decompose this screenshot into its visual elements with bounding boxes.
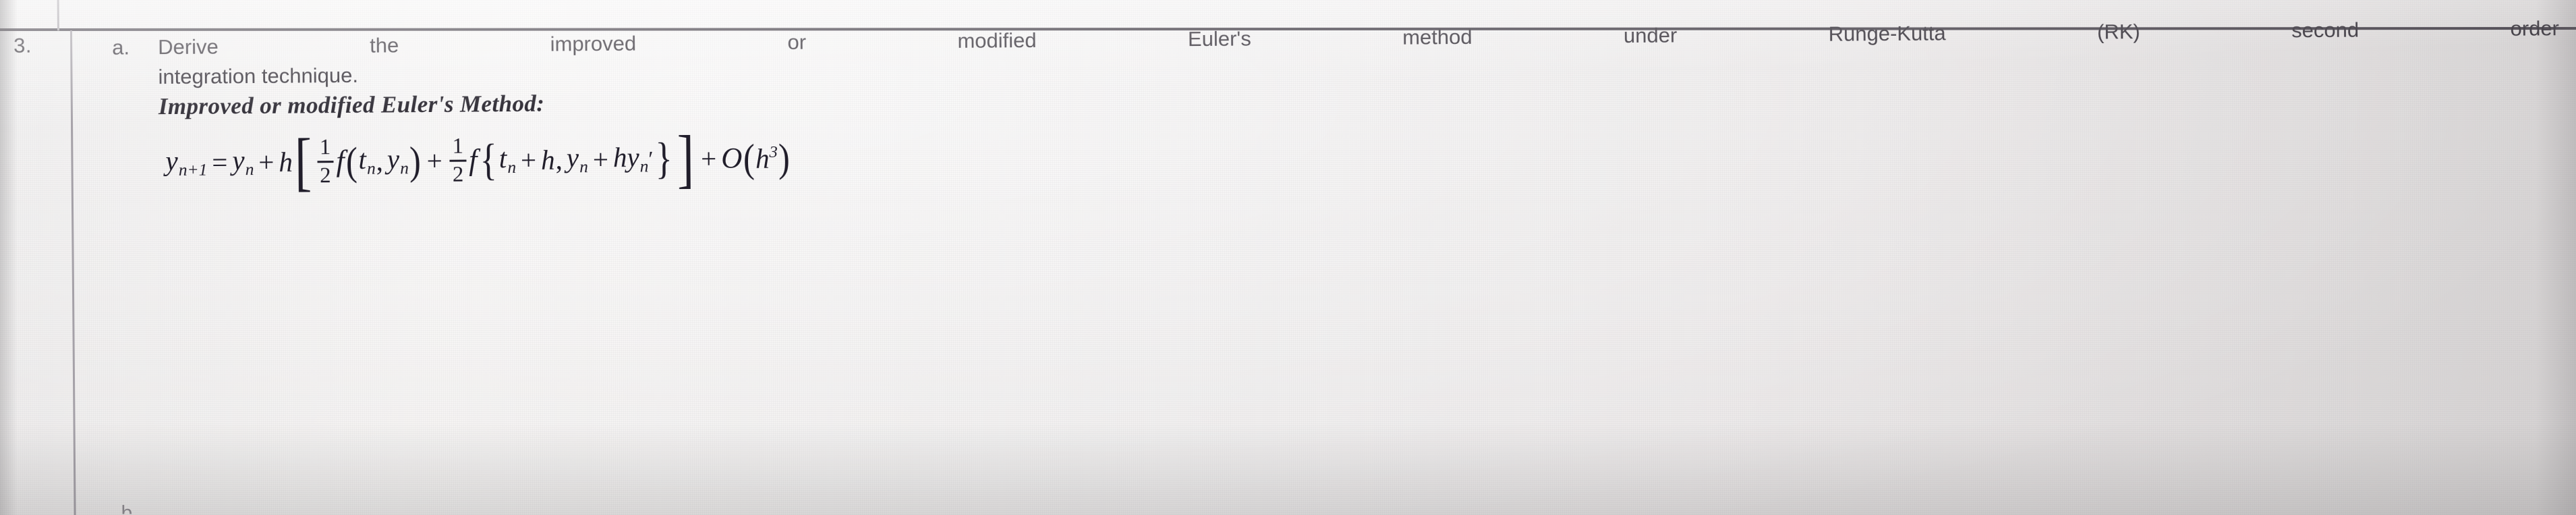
formula-plus-sign-5: + <box>700 142 717 174</box>
formula-fraction-one-half-second: 1 2 <box>449 134 467 187</box>
formula-frac2-numerator: 1 <box>452 134 464 159</box>
question-body-word-6: method <box>1402 24 1472 49</box>
formula-step-size-h: h <box>279 146 293 178</box>
question-body-word-7: under <box>1623 23 1678 48</box>
method-heading: Improved or modified Euler's Method: <box>158 90 545 120</box>
formula-y-subscript-2: n <box>579 157 588 176</box>
question-body-word-3: or <box>787 30 807 54</box>
formula-hy-variable: hy <box>612 141 639 173</box>
formula-function-symbol-1: f <box>336 144 345 178</box>
formula-y-variable-2: y <box>566 141 579 173</box>
formula-comma-2: , <box>555 144 563 175</box>
clipped-next-part-label: b. <box>121 502 138 514</box>
question-body-word-10: second <box>2291 18 2359 43</box>
question-body-line-2: integration technique. <box>158 63 359 89</box>
formula-rhs-variable: y <box>232 144 245 175</box>
euler-method-formula: yn+1 = yn + h [ 1 2 f ( tn , yn ) + 1 2 … <box>165 122 791 198</box>
question-number: 3. <box>13 33 32 57</box>
formula-fraction-one-half-first: 1 2 <box>317 135 334 188</box>
formula-equals-sign: = <box>212 146 228 178</box>
scanned-page: 3. a. Derive the improved or modified Euler's… <box>0 0 2576 515</box>
formula-function-symbol-2: f <box>468 143 478 177</box>
formula-arg-y-n: yn <box>387 142 409 178</box>
formula-paren-open: ( <box>345 138 358 184</box>
question-body-line-1: Derive the improved or modified Euler's method… <box>158 16 2559 59</box>
formula-t-subscript-2: n <box>507 157 517 177</box>
formula-order-term: h3 <box>755 142 778 174</box>
formula-plus-sign-2: + <box>426 144 442 176</box>
formula-order-paren-close: ) <box>778 135 791 180</box>
question-body-word-9: (RK) <box>2096 20 2140 44</box>
formula-frac1-numerator: 1 <box>319 135 331 160</box>
question-body-word-8: Runge-Kutta <box>1828 21 1946 46</box>
question-body-word-0: Derive <box>158 34 219 59</box>
formula-y-subscript-1: n <box>400 158 409 178</box>
page-content-tilt-wrapper: 3. a. Derive the improved or modified Euler's… <box>0 0 2576 515</box>
question-body-word-2: improved <box>550 31 637 56</box>
formula-frac2-bar <box>449 159 467 162</box>
formula-lhs-subscript: n+1 <box>178 160 208 180</box>
formula-bracket-open: [ <box>295 125 312 198</box>
formula-lhs: yn+1 <box>165 144 208 180</box>
question-part-label: a. <box>112 35 130 59</box>
formula-arg-t-n-2: tn <box>498 142 517 177</box>
formula-order-paren-open: ( <box>743 135 755 180</box>
formula-paren-close: ) <box>409 138 422 183</box>
formula-h-variable-2: h <box>540 144 555 175</box>
formula-frac2-denominator: 2 <box>452 162 464 187</box>
question-body-word-5: Euler's <box>1187 26 1251 51</box>
formula-y-variable-1: y <box>387 142 400 175</box>
formula-plus-sign-1: + <box>258 146 275 178</box>
formula-brace-open: { <box>480 136 498 185</box>
formula-comma-1: , <box>376 145 384 177</box>
formula-frac1-bar <box>317 160 334 163</box>
formula-rhs-subscript: n <box>245 159 254 179</box>
formula-order-variable: h <box>755 142 770 174</box>
formula-t-subscript-1: n <box>366 159 376 178</box>
question-body-word-4: modified <box>957 28 1037 53</box>
formula-arg-y-n-2: yn <box>566 141 588 176</box>
formula-plus-sign-3: + <box>520 144 537 175</box>
formula-prime-mark: ′ <box>648 146 654 171</box>
formula-brace-close: } <box>655 134 673 184</box>
formula-hy-prime-term: hyn′ <box>612 141 654 176</box>
question-body-word-11: order <box>2510 16 2560 40</box>
formula-lhs-variable: y <box>165 144 178 176</box>
formula-frac1-denominator: 2 <box>320 163 331 188</box>
formula-plus-sign-4: + <box>592 143 609 175</box>
formula-arg-t-n: tn <box>358 143 376 178</box>
formula-order-exponent: 3 <box>769 142 778 161</box>
formula-rhs-y-term: yn <box>232 144 254 179</box>
formula-hy-subscript: n <box>639 157 649 176</box>
formula-big-o-symbol: O <box>721 142 743 175</box>
question-body-word-1: the <box>369 33 399 57</box>
formula-bracket-close: ] <box>677 122 694 195</box>
formula-t-variable-2: t <box>498 142 507 173</box>
table-rule-vertical-lower <box>69 30 76 515</box>
formula-t-variable-1: t <box>358 143 367 175</box>
table-rule-vertical-upper <box>57 0 59 31</box>
